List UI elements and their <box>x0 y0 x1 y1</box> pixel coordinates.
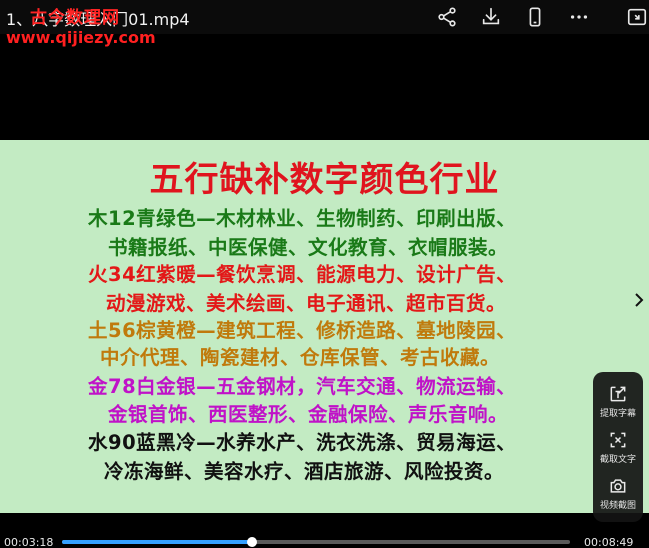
slide-line-earth-1: 土56棕黄橙—建筑工程、修桥造路、墓地陵园、 <box>88 319 517 342</box>
bottom-control-bar <box>0 530 649 548</box>
slide-line-water-1: 水90蓝黑冷—水养水产、洗衣洗涤、贸易海运、 <box>88 431 517 454</box>
slide-line-fire-2: 动漫游戏、美术绘画、电子通讯、超市百货。 <box>106 292 507 315</box>
phone-icon[interactable] <box>522 4 548 30</box>
exit-fullscreen-icon[interactable] <box>624 4 649 30</box>
progress-handle[interactable] <box>246 537 257 547</box>
slide-line-wood-2: 书籍报纸、中医保健、文化教育、衣帽服装。 <box>108 236 509 259</box>
current-time: 00:03:18 <box>4 536 54 548</box>
slide-line-metal-2: 金银首饰、西医整形、金融保险、声乐音响。 <box>108 403 509 426</box>
capture-text-label: 截取文字 <box>599 455 636 465</box>
video-screenshot-label: 视频截图 <box>599 501 636 511</box>
video-frame[interactable]: 五行缺补数字颜色行业 木12青绿色—木材林业、生物制药、印刷出版、 书籍报纸、中… <box>0 140 649 513</box>
slide-title: 五行缺补数字颜色行业 <box>149 160 500 200</box>
progress-bar[interactable] <box>62 537 570 547</box>
slide-line-fire-1: 火34红紫暖—餐饮烹调、能源电力、设计广告、 <box>88 263 517 286</box>
capture-text-button[interactable]: 截取文字 <box>593 430 643 465</box>
slide-line-earth-2: 中介代理、陶瓷建材、仓库保管、考古收藏。 <box>100 346 501 369</box>
capture-text-icon <box>610 432 626 448</box>
slide-line-water-2: 冷冻海鲜、美容水疗、酒店旅游、风险投资。 <box>104 460 505 483</box>
more-icon[interactable] <box>566 4 592 30</box>
progress-fill <box>62 540 252 544</box>
download-icon[interactable] <box>478 4 504 30</box>
share-icon[interactable] <box>434 4 460 30</box>
camera-icon <box>610 479 626 493</box>
watermark-text: 古今数理网 <box>30 8 120 28</box>
extract-subtitle-label: 提取字幕 <box>599 409 636 419</box>
total-time: 00:08:49 <box>584 536 634 548</box>
extract-subtitle-button[interactable]: 提取字幕 <box>593 384 643 419</box>
video-screenshot-button[interactable]: 视频截图 <box>593 476 643 511</box>
slide-line-wood-1: 木12青绿色—木材林业、生物制药、印刷出版、 <box>88 207 517 230</box>
side-tool-panel: 提取字幕 截取文字 视频截图 <box>593 372 643 522</box>
next-chevron-icon[interactable] <box>632 291 646 309</box>
extract-subtitle-icon <box>610 386 626 402</box>
slide-line-metal-1: 金78白金银—五金钢材，汽车交通、物流运输、 <box>88 375 517 398</box>
watermark-url: www.qijiezy.com <box>6 28 156 47</box>
